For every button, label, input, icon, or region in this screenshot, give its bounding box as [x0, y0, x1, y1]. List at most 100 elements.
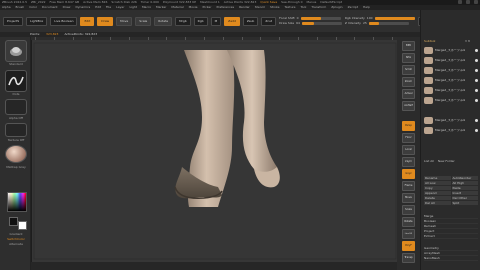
rotate-view-button[interactable]: Rotate: [402, 217, 415, 227]
menu-brush[interactable]: Brush: [16, 6, 25, 9]
del-other-button[interactable]: Del Other: [451, 196, 478, 200]
menu-tool[interactable]: Tool: [300, 6, 306, 9]
eye-icon[interactable]: [475, 118, 478, 122]
copy-button[interactable]: Copy: [424, 186, 451, 190]
frame-button[interactable]: Frame: [402, 181, 415, 191]
lightbox-button[interactable]: LightBox: [26, 16, 48, 26]
eye-icon[interactable]: [475, 128, 478, 132]
menu-material[interactable]: Material: [171, 6, 183, 9]
rgb-button[interactable]: Rgb: [193, 16, 208, 26]
zadd-button[interactable]: Zadd: [224, 16, 240, 26]
nanomesh-section[interactable]: NanoMesh: [424, 256, 478, 261]
texture-thumbnail[interactable]: [5, 123, 27, 137]
extract-section[interactable]: Extract: [424, 234, 478, 239]
see-through-control[interactable]: See-through 0: [281, 1, 302, 4]
eye-icon[interactable]: [475, 98, 478, 102]
scale-button[interactable]: Scale: [135, 16, 152, 26]
eye-icon[interactable]: [475, 78, 478, 82]
canvas-viewport[interactable]: [31, 37, 398, 262]
insert-button[interactable]: Insert: [451, 191, 478, 195]
live-boolean-button[interactable]: Live Boolean: [50, 16, 78, 26]
menu-zscript[interactable]: Zscript: [348, 6, 358, 9]
delete-button[interactable]: Delete: [424, 196, 451, 200]
subtool-item[interactable]: Merged_スポーツ.pol: [424, 116, 478, 124]
aahalf-button[interactable]: AAHalf: [402, 101, 415, 111]
mrgb-button[interactable]: Mrgb: [175, 16, 191, 26]
zcut-button[interactable]: Zcut: [261, 16, 277, 26]
floor-button[interactable]: Floor: [402, 133, 415, 143]
subtool-item[interactable]: Merged_スポーツ.pol: [424, 56, 478, 64]
menu-light[interactable]: Light: [129, 6, 137, 9]
draw-button[interactable]: Draw: [97, 16, 114, 26]
scroll-button[interactable]: Scroll: [402, 65, 415, 75]
polyf-button[interactable]: PolyF: [402, 241, 415, 251]
persp-button[interactable]: Persp: [402, 121, 415, 131]
z-intensity-slider[interactable]: [368, 22, 409, 25]
all-high-button[interactable]: All High: [451, 181, 478, 185]
menu-marker[interactable]: Marker: [156, 6, 166, 9]
menu-dynamics[interactable]: Dynamics: [75, 6, 90, 9]
spix-button[interactable]: SPix: [402, 53, 415, 63]
alpha-thumbnail[interactable]: [5, 99, 27, 115]
menu-preferences[interactable]: Preferences: [216, 6, 234, 9]
switch-color-label[interactable]: SwitchColor: [3, 238, 29, 241]
subtool-item[interactable]: Merged_スポーツ.pol: [424, 96, 478, 104]
maximize-icon[interactable]: [466, 0, 470, 4]
actual-button[interactable]: Actual: [402, 89, 415, 99]
alternate-label[interactable]: Alternate: [3, 243, 29, 246]
lsym-button[interactable]: LSym: [402, 157, 415, 167]
menu-color[interactable]: Color: [29, 6, 37, 9]
subtool-item[interactable]: Merged_スポーツ.pol: [424, 46, 478, 54]
subtool-item[interactable]: Merged_スポーツ.pol: [424, 66, 478, 74]
gradient-label[interactable]: Gradient: [3, 233, 29, 236]
menus-toggle[interactable]: Menus: [307, 1, 317, 4]
menu-document[interactable]: Document: [42, 6, 58, 9]
transp-button[interactable]: Transp: [402, 253, 415, 263]
brush-thumbnail[interactable]: [5, 40, 27, 62]
zoom-button[interactable]: Zoom: [402, 77, 415, 87]
menu-stroke[interactable]: Stroke: [270, 6, 280, 9]
minimize-icon[interactable]: [458, 0, 462, 4]
move-button[interactable]: Move: [116, 16, 133, 26]
menu-picker[interactable]: Picker: [203, 6, 212, 9]
menu-macro[interactable]: Macro: [142, 6, 151, 9]
m-button[interactable]: M: [210, 16, 222, 26]
list-all-button[interactable]: List All: [424, 160, 434, 163]
eye-icon[interactable]: [475, 48, 478, 52]
rename-button[interactable]: Rename: [424, 176, 451, 180]
subtool-item[interactable]: Merged_スポーツ.pol: [424, 126, 478, 134]
move-view-button[interactable]: Move: [402, 193, 415, 203]
rotate-button[interactable]: Rotate: [154, 16, 173, 26]
scale-view-button[interactable]: Scale: [402, 205, 415, 215]
autoreorder-button[interactable]: AutoReorder: [451, 176, 478, 180]
quick-save-button[interactable]: Quick Save: [260, 1, 277, 4]
menu-edit[interactable]: Edit: [95, 6, 101, 9]
edit-button[interactable]: Edit: [80, 16, 95, 26]
menu-zplugin[interactable]: Zplugin: [331, 6, 342, 9]
menu-alpha[interactable]: Alpha: [2, 6, 11, 9]
rgb-intensity-slider[interactable]: [374, 17, 415, 20]
zsub-button[interactable]: Zsub: [242, 16, 259, 26]
material-thumbnail[interactable]: [5, 145, 27, 163]
menu-movie[interactable]: Movie: [189, 6, 198, 9]
focal-shift-slider[interactable]: [300, 17, 341, 20]
new-folder-button[interactable]: New Folder: [438, 160, 455, 163]
paste-button[interactable]: Paste: [451, 186, 478, 190]
menu-texture[interactable]: Texture: [285, 6, 296, 9]
menu-help[interactable]: Help: [363, 6, 370, 9]
split-button[interactable]: Split: [451, 201, 478, 205]
all-low-button[interactable]: All Low: [424, 181, 451, 185]
subtool-item[interactable]: Merged_スポーツ.pol: [424, 76, 478, 84]
eye-icon[interactable]: [475, 58, 478, 62]
menu-file[interactable]: File: [106, 6, 111, 9]
local-button[interactable]: Local: [402, 145, 415, 155]
color-picker[interactable]: [7, 192, 27, 212]
append-button[interactable]: Append: [424, 191, 451, 195]
main-color-swatch[interactable]: [9, 217, 18, 226]
secondary-color-swatch[interactable]: [18, 221, 27, 230]
close-icon[interactable]: [474, 0, 478, 4]
del-all-button[interactable]: Del All: [424, 201, 451, 205]
stroke-thumbnail[interactable]: [5, 70, 27, 92]
subtool-header[interactable]: Subtool: [424, 40, 435, 43]
menu-stencil[interactable]: Stencil: [255, 6, 265, 9]
